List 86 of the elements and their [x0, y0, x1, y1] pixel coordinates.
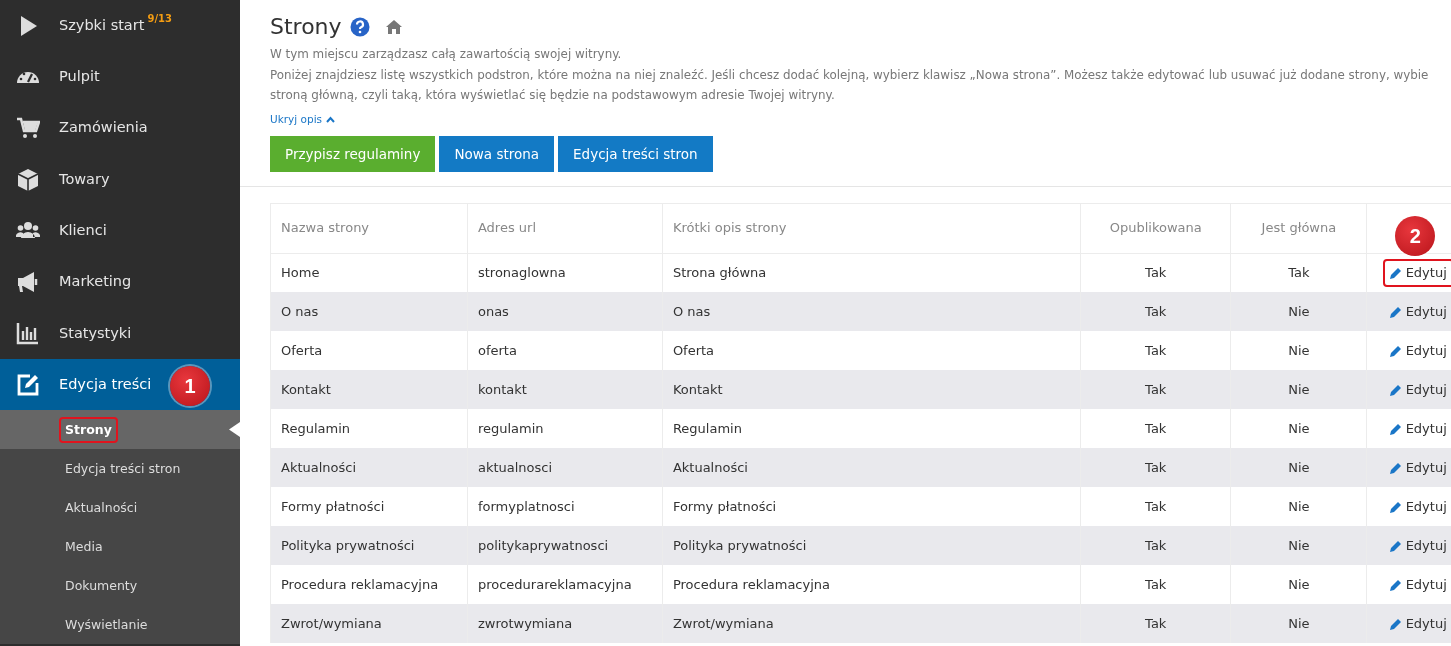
table-cell: Polityka prywatności: [270, 526, 468, 566]
cart-icon: [16, 116, 40, 141]
edit-icon: [16, 372, 40, 397]
pencil-icon: [1389, 539, 1402, 552]
megaphone-icon: [16, 270, 40, 295]
edit-link[interactable]: Edytuj: [1382, 570, 1451, 599]
pointer-icon: [229, 422, 240, 438]
progress-counter: 9/13: [147, 12, 172, 27]
chevron-up-icon: [326, 116, 336, 124]
step-marker: 1: [170, 366, 210, 407]
edit-link[interactable]: Edytuj: [1382, 259, 1451, 287]
page-title: Strony: [270, 14, 342, 41]
table-cell: O nas: [270, 292, 468, 332]
edit-link[interactable]: Edytuj: [1382, 492, 1451, 521]
table-cell: Tak: [1080, 292, 1231, 332]
sidebar-item[interactable]: Zamówienia: [0, 102, 240, 154]
table-cell: Tak: [1080, 448, 1231, 488]
menu-label: Edycja treści: [59, 374, 152, 394]
sidebar-item[interactable]: Klienci: [0, 205, 240, 257]
table-cell: Aktualności: [662, 448, 1081, 488]
description-text: Poniżej znajdziesz listę wszystkich podstron, które można na niej znaleźć. Jeśli chcesz dodać kolejną, wybierz klawisz „Nowa strona”. Możesz także edytować lub usuwać już dodane strony, wybie: [270, 66, 1430, 84]
pencil-icon: [1389, 383, 1402, 396]
table-cell: Tak: [1080, 370, 1231, 410]
table-cell: Zwrot/wymiana: [270, 604, 468, 644]
pencil-icon: [1389, 305, 1402, 318]
table-cell: Nie: [1230, 292, 1367, 332]
table-cell: zwrotwymiana: [467, 604, 663, 644]
menu-label: Towary: [59, 169, 110, 189]
step-marker: 2: [1395, 215, 1436, 256]
submenu-item[interactable]: Media: [0, 527, 240, 567]
home-icon[interactable]: [385, 20, 402, 35]
menu-label: Zamówienia: [59, 118, 148, 138]
menu-label: Marketing: [59, 272, 132, 292]
table-cell: Tak: [1080, 526, 1231, 566]
column-header: Krótki opis strony: [662, 203, 1081, 254]
table-cell: Zwrot/wymiana: [662, 604, 1081, 644]
action-button[interactable]: Nowa strona: [439, 135, 555, 172]
pencil-icon: [1389, 344, 1402, 357]
table-cell: kontakt: [467, 370, 663, 410]
submenu-item[interactable]: Wyświetlanie: [0, 605, 240, 645]
description-text: stroną główną, czyli taką, która wyświetlać się będzie na podstawowym adresie Twojej witryny.: [270, 87, 836, 105]
table-cell: Aktualności: [270, 448, 468, 488]
table-cell: Nie: [1230, 604, 1367, 644]
menu-label: Szybki start: [59, 15, 145, 35]
hide-description-link[interactable]: Ukryj opis: [270, 111, 336, 128]
submenu-item[interactable]: Aktualności: [0, 488, 240, 528]
pencil-icon: [1389, 578, 1402, 591]
sidebar-item[interactable]: Pulpit: [0, 51, 240, 103]
table-cell: O nas: [662, 292, 1081, 332]
menu-label: Statystyki: [59, 323, 132, 343]
pencil-icon: [1389, 266, 1402, 279]
column-header: Nazwa strony: [270, 203, 468, 254]
menu-label: Klienci: [59, 220, 107, 240]
bar-chart-icon: [16, 321, 40, 346]
pencil-icon: [1389, 500, 1402, 513]
help-icon[interactable]: [349, 17, 370, 38]
table-cell: Nie: [1230, 448, 1367, 488]
action-button[interactable]: Edycja treści stron: [558, 135, 713, 172]
box-icon: [16, 167, 40, 192]
edit-link[interactable]: Edytuj: [1382, 336, 1451, 365]
submenu-item[interactable]: Strony: [0, 410, 240, 450]
column-header: Adres url: [467, 203, 663, 254]
table-cell: politykaprywatnosci: [467, 526, 663, 566]
submenu-item[interactable]: Edycja treści stron: [0, 449, 240, 489]
table-cell: Polityka prywatności: [662, 526, 1081, 566]
table-cell: Kontakt: [270, 370, 468, 410]
column-header: Opublikowana: [1080, 203, 1231, 254]
sidebar-item[interactable]: Towary: [0, 153, 240, 206]
submenu-item[interactable]: Dokumenty: [0, 566, 240, 606]
table-cell: Nie: [1230, 370, 1367, 410]
pencil-icon: [1389, 461, 1402, 474]
table-cell: Nie: [1230, 526, 1367, 566]
description-text: W tym miejscu zarządzasz całą zawartością swojej witryny.: [270, 46, 623, 64]
edit-link[interactable]: Edytuj: [1382, 414, 1451, 443]
table-cell: aktualnosci: [467, 448, 663, 488]
column-header: Jest główna: [1230, 203, 1367, 254]
sidebar-item[interactable]: Marketing: [0, 256, 240, 308]
menu-label: Pulpit: [59, 67, 100, 87]
table-cell: onas: [467, 292, 663, 332]
table-cell: Kontakt: [662, 370, 1081, 410]
pencil-icon: [1389, 617, 1402, 630]
sidebar-item[interactable]: Szybki start 9/13: [0, 0, 240, 52]
sidebar-item[interactable]: Statystyki: [0, 307, 240, 360]
table-cell: Tak: [1080, 604, 1231, 644]
pencil-icon: [1389, 422, 1402, 435]
sidebar-item[interactable]: Edycja treści 1: [0, 359, 240, 411]
